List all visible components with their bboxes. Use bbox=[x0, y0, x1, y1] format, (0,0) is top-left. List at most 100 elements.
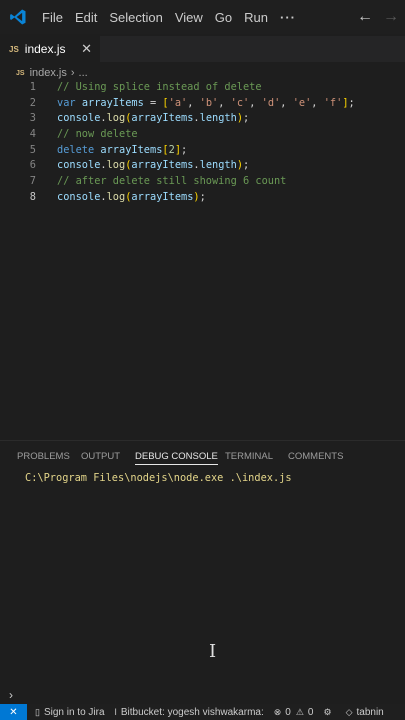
menu-view[interactable]: View bbox=[169, 10, 209, 25]
code-token: = bbox=[143, 96, 163, 109]
editor-tab-bar: JS index.js ✕ bbox=[0, 36, 405, 62]
code-line[interactable]: 7 // after delete still showing 6 count bbox=[0, 174, 405, 190]
code-token: 'a' bbox=[168, 96, 188, 109]
menu-go[interactable]: Go bbox=[209, 10, 238, 25]
error-icon: ⊗ bbox=[273, 706, 282, 717]
line-code: // Using splice instead of delete bbox=[57, 80, 262, 96]
code-token: 'c' bbox=[230, 96, 250, 109]
code-token: 'f' bbox=[323, 96, 343, 109]
menu-selection[interactable]: Selection bbox=[103, 10, 168, 25]
error-count: 0 bbox=[285, 706, 291, 718]
line-number: 8 bbox=[29, 190, 36, 203]
debug-status[interactable]: ⚙ bbox=[323, 707, 335, 718]
tab-debug-console[interactable]: DEBUG CONSOLE bbox=[135, 451, 218, 465]
warning-count: 0 bbox=[307, 706, 314, 718]
breadcrumb-separator-icon: › bbox=[70, 67, 75, 79]
code-line[interactable]: 6 console.log(arrayItems.length); bbox=[0, 158, 405, 174]
vscode-logo-icon[interactable] bbox=[0, 0, 36, 34]
code-token: 'd' bbox=[261, 96, 281, 109]
line-code: console.log(arrayItems.length); bbox=[57, 111, 249, 127]
line-number: 5 bbox=[29, 143, 36, 156]
tab-index-js[interactable]: JS index.js ✕ bbox=[0, 36, 100, 62]
code-line[interactable]: 3 console.log(arrayItems.length); bbox=[0, 111, 405, 127]
line-code: var arrayItems = ['a', 'b', 'c', 'd', 'e… bbox=[57, 96, 355, 112]
back-arrow-icon[interactable]: ← bbox=[357, 8, 373, 26]
code-editor[interactable]: 1 // Using splice instead of delete 2 var a… bbox=[0, 80, 405, 440]
menu-file[interactable]: File bbox=[36, 10, 69, 25]
menu-more-icon[interactable]: ··· bbox=[274, 10, 302, 25]
code-token: , bbox=[218, 96, 231, 109]
code-token: arrayItems bbox=[100, 143, 163, 156]
bottom-panel: PROBLEMS OUTPUT DEBUG CONSOLE TERMINAL C… bbox=[0, 440, 405, 702]
forward-arrow-icon[interactable]: → bbox=[383, 8, 399, 26]
text-cursor-icon: I bbox=[209, 641, 217, 662]
code-token: arrayItems bbox=[81, 96, 144, 109]
code-line[interactable]: 5 delete arrayItems[2]; bbox=[0, 143, 405, 159]
jira-label: Sign in to Jira bbox=[43, 706, 105, 718]
code-line[interactable]: 2 var arrayItems = ['a', 'b', 'c', 'd', '… bbox=[0, 96, 405, 112]
problems-status[interactable]: ⊗ 0 ⚠ 0 bbox=[274, 707, 314, 718]
code-token: // after delete still showing 6 count bbox=[57, 175, 287, 188]
bitbucket-status[interactable]: ǀ Bitbucket: yogesh vishwakarma: bbox=[115, 707, 264, 718]
remote-indicator-icon[interactable]: ✕ bbox=[0, 704, 27, 720]
code-token: arrayItems bbox=[131, 112, 194, 125]
line-number: 3 bbox=[29, 112, 36, 125]
code-token: arrayItems bbox=[131, 190, 194, 203]
code-token: // Using splice instead of delete bbox=[57, 81, 262, 93]
breadcrumb-file[interactable]: index.js bbox=[30, 67, 67, 79]
code-line[interactable]: 8 console.log(arrayItems); bbox=[0, 190, 405, 206]
code-line[interactable]: 1 // Using splice instead of delete bbox=[0, 80, 405, 96]
code-token: , bbox=[187, 96, 200, 109]
code-token: console bbox=[57, 159, 101, 172]
code-token: length bbox=[199, 159, 237, 172]
close-tab-icon[interactable]: ✕ bbox=[81, 41, 92, 57]
code-token: ; bbox=[348, 96, 355, 109]
menu-edit[interactable]: Edit bbox=[69, 10, 103, 25]
tabnine-status[interactable]: ◇ tabnin bbox=[346, 707, 384, 718]
code-token: , bbox=[249, 96, 262, 109]
debug-icon: ⚙ bbox=[323, 706, 332, 717]
code-token: arrayItems bbox=[131, 159, 194, 172]
line-code: console.log(arrayItems); bbox=[57, 190, 206, 206]
navigation-controls: ← → bbox=[357, 0, 399, 34]
line-number: 6 bbox=[29, 159, 36, 172]
code-token: console bbox=[57, 112, 101, 125]
code-line[interactable]: 4 // now delete bbox=[0, 127, 405, 143]
line-code: delete arrayItems[2]; bbox=[57, 143, 187, 159]
menu-bar: File Edit Selection View Go Run ··· bbox=[36, 10, 302, 25]
tab-terminal[interactable]: TERMINAL bbox=[225, 451, 273, 462]
javascript-file-icon: JS bbox=[16, 69, 25, 77]
bitbucket-label: Bitbucket: yogesh vishwakarma: bbox=[120, 706, 264, 718]
code-token: , bbox=[280, 96, 293, 109]
code-token: 'b' bbox=[199, 96, 219, 109]
code-token: 'e' bbox=[292, 96, 312, 109]
tab-output[interactable]: OUTPUT bbox=[81, 451, 120, 462]
tabnine-icon: ◇ bbox=[345, 706, 353, 717]
line-code: // after delete still showing 6 count bbox=[57, 174, 286, 190]
code-token: log bbox=[106, 190, 126, 203]
code-token: , bbox=[311, 96, 324, 109]
line-number: 2 bbox=[29, 96, 36, 109]
panel-tabs: PROBLEMS OUTPUT DEBUG CONSOLE TERMINAL C… bbox=[0, 449, 405, 467]
code-token: log bbox=[106, 159, 126, 172]
console-prompt-icon[interactable]: › bbox=[9, 688, 13, 702]
code-token: console bbox=[57, 190, 101, 203]
tab-problems[interactable]: PROBLEMS bbox=[17, 451, 70, 462]
line-number: 1 bbox=[29, 81, 36, 93]
tab-label: index.js bbox=[24, 42, 66, 56]
code-token: delete bbox=[57, 143, 101, 156]
code-token: // now delete bbox=[57, 128, 138, 141]
debug-console-output: C:\Program Files\nodejs\node.exe .\index… bbox=[25, 472, 292, 484]
title-bar: File Edit Selection View Go Run ··· ← → bbox=[0, 0, 405, 34]
jira-sign-in[interactable]: ▯ Sign in to Jira bbox=[35, 707, 105, 718]
breadcrumb-symbols[interactable]: ... bbox=[79, 67, 88, 79]
javascript-file-icon: JS bbox=[9, 44, 19, 54]
tabnine-label: tabnin bbox=[356, 706, 384, 718]
line-number: 7 bbox=[29, 175, 36, 188]
branch-icon: ǀ bbox=[114, 707, 117, 717]
warning-icon: ⚠ bbox=[295, 706, 304, 717]
code-token: ; bbox=[243, 112, 250, 125]
tab-comments[interactable]: COMMENTS bbox=[288, 451, 343, 462]
code-token: ; bbox=[181, 143, 188, 156]
menu-run[interactable]: Run bbox=[238, 10, 274, 25]
